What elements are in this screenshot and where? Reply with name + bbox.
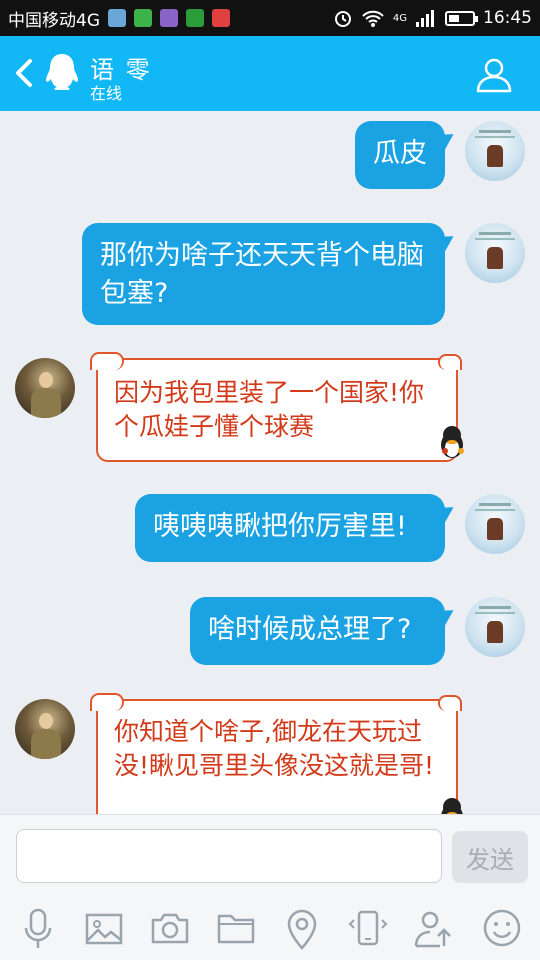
emoji-icon[interactable] — [480, 906, 524, 950]
message-list[interactable]: 瓜皮 那你为啥子还天天背个电脑包塞? 因为我包里装了一个国家!你个瓜娃子懂个球赛… — [0, 111, 540, 814]
share-contact-icon[interactable] — [412, 906, 456, 950]
folder-icon[interactable] — [214, 906, 258, 950]
my-avatar[interactable] — [465, 121, 525, 181]
weibo-notification-icon — [212, 9, 230, 27]
wifi-icon — [362, 10, 384, 27]
contact-status: 在线 — [90, 84, 123, 103]
message-text: 你知道个啥子,御龙在天玩过没!瞅见哥里头像没这就是哥! — [114, 717, 435, 780]
my-avatar[interactable] — [465, 597, 525, 657]
shake-phone-icon[interactable] — [346, 906, 390, 950]
microphone-icon[interactable] — [16, 906, 60, 950]
bubble-decoration — [90, 352, 124, 370]
message-text: 因为我包里装了一个国家!你个瓜娃子懂个球赛 — [114, 378, 425, 441]
notification-app-icon — [186, 9, 204, 27]
message-text: 咦咦咦瞅把你厉害里! — [153, 511, 407, 542]
signal-icon — [416, 10, 434, 27]
message-input[interactable] — [16, 829, 442, 883]
chat-header: 语 零 在线 — [0, 36, 540, 111]
outgoing-message[interactable]: 那你为啥子还天天背个电脑包塞? — [82, 223, 445, 325]
notification-app-icon — [108, 9, 126, 27]
contact-avatar[interactable] — [15, 358, 75, 418]
carrier-label: 中国移动4G — [8, 10, 100, 31]
alarm-icon — [334, 11, 351, 27]
clock: 16:45 — [483, 8, 532, 28]
battery-icon — [445, 10, 478, 26]
outgoing-message[interactable]: 咦咦咦瞅把你厉害里! — [135, 494, 445, 562]
outgoing-message[interactable]: 瓜皮 — [355, 121, 445, 189]
penguin-sticker-icon — [441, 426, 464, 458]
my-avatar[interactable] — [465, 494, 525, 554]
network-type: 4G — [392, 12, 407, 24]
incoming-message[interactable]: 因为我包里装了一个国家!你个瓜娃子懂个球赛 — [90, 352, 462, 462]
composer-bar: 发送 — [0, 814, 540, 899]
message-text: 瓜皮 — [373, 138, 427, 169]
penguin-sticker-icon — [441, 798, 463, 814]
camera-icon[interactable] — [148, 906, 192, 950]
notification-app-icon — [160, 9, 178, 27]
my-avatar[interactable] — [465, 223, 525, 283]
outgoing-message[interactable]: 啥时候成总理了? — [190, 597, 445, 665]
qq-penguin-icon[interactable] — [44, 52, 80, 92]
image-icon[interactable] — [82, 906, 126, 950]
message-text: 那你为啥子还天天背个电脑包塞? — [100, 240, 424, 309]
bubble-decoration — [438, 695, 462, 711]
message-text: 啥时候成总理了? — [208, 614, 412, 645]
bubble-decoration — [90, 693, 124, 711]
status-bar: 中国移动4G 4G 16:45 — [0, 0, 540, 36]
input-toolbar — [0, 898, 540, 960]
person-icon[interactable] — [474, 54, 514, 94]
chevron-left-icon[interactable] — [12, 58, 36, 88]
contact-avatar[interactable] — [15, 699, 75, 759]
location-pin-icon[interactable] — [280, 906, 324, 950]
send-button[interactable]: 发送 — [452, 831, 528, 883]
bubble-decoration — [438, 354, 462, 370]
notification-app-icon — [134, 9, 152, 27]
incoming-message[interactable]: 你知道个啥子,御龙在天玩过没!瞅见哥里头像没这就是哥! — [90, 693, 462, 814]
